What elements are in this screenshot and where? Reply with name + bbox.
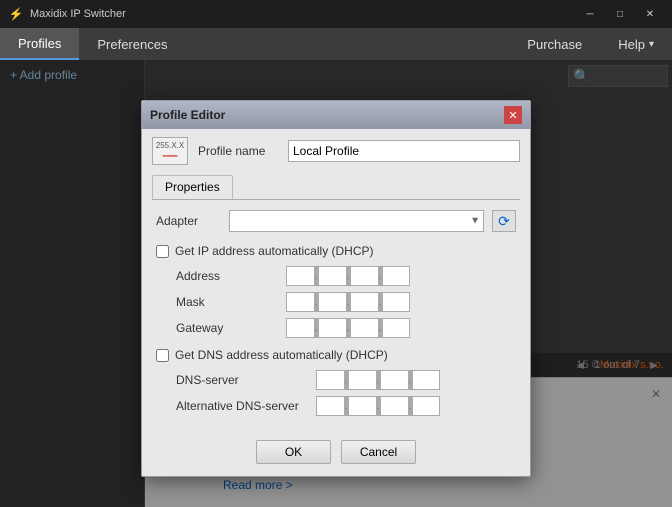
modal-title: Profile Editor xyxy=(150,108,504,122)
gateway-octet-3[interactable] xyxy=(350,318,378,338)
tab-purchase-label: Purchase xyxy=(527,37,582,52)
adapter-label: Adapter xyxy=(156,214,221,228)
gateway-octet-2[interactable] xyxy=(318,318,346,338)
tab-preferences-label: Preferences xyxy=(97,37,167,52)
modal-close-button[interactable]: ✕ xyxy=(504,106,522,124)
address-octet-4[interactable] xyxy=(382,266,410,286)
gateway-octet-1[interactable] xyxy=(286,318,314,338)
adapter-row: Adapter ▼ ⟳ xyxy=(156,210,516,232)
modal-header: Profile Editor ✕ xyxy=(142,101,530,129)
mask-row: Mask . . . xyxy=(176,292,516,312)
tab-purchase[interactable]: Purchase xyxy=(509,28,600,60)
form-section: Adapter ▼ ⟳ Ge xyxy=(152,210,520,416)
modal-footer: OK Cancel xyxy=(142,430,530,476)
profile-name-row: 255.X.X━━━━ Profile name xyxy=(152,137,520,165)
mask-octet-1[interactable] xyxy=(286,292,314,312)
address-row: Address . . . xyxy=(176,266,516,286)
minimize-button[interactable]: ─ xyxy=(576,4,604,24)
mask-label: Mask xyxy=(176,295,286,309)
gateway-input-group: . . . xyxy=(286,318,410,338)
address-octet-3[interactable] xyxy=(350,266,378,286)
address-octet-1[interactable] xyxy=(286,266,314,286)
tab-profiles[interactable]: Profiles xyxy=(0,28,79,60)
get-ip-auto-label: Get IP address automatically (DHCP) xyxy=(175,244,374,258)
dns-octet-4[interactable] xyxy=(412,370,440,390)
profile-name-label: Profile name xyxy=(198,144,278,158)
dns-octet-1[interactable] xyxy=(316,370,344,390)
close-button[interactable]: ✕ xyxy=(636,4,664,24)
mask-octet-3[interactable] xyxy=(350,292,378,312)
get-ip-auto-checkbox[interactable] xyxy=(156,245,169,258)
maximize-button[interactable]: □ xyxy=(606,4,634,24)
mask-octet-4[interactable] xyxy=(382,292,410,312)
alt-dns-input-group: . . . xyxy=(316,396,440,416)
ok-button[interactable]: OK xyxy=(256,440,331,464)
app-icon: ⚡ xyxy=(8,6,24,22)
tab-properties[interactable]: Properties xyxy=(152,175,233,199)
tab-help[interactable]: Help ▾ xyxy=(600,28,672,60)
profile-icon-text: 255.X.X━━━━ xyxy=(156,141,184,161)
modal-overlay: Profile Editor ✕ 255.X.X━━━━ Profile nam… xyxy=(0,60,672,507)
cancel-button[interactable]: Cancel xyxy=(341,440,416,464)
alt-dns-octet-2[interactable] xyxy=(348,396,376,416)
get-ip-auto-row: Get IP address automatically (DHCP) xyxy=(156,244,516,258)
profile-name-input[interactable] xyxy=(288,140,520,162)
refresh-button[interactable]: ⟳ xyxy=(492,210,516,232)
menu-bar: Profiles Preferences Purchase Help ▾ xyxy=(0,28,672,60)
get-dns-auto-label: Get DNS address automatically (DHCP) xyxy=(175,348,388,362)
address-label: Address xyxy=(176,269,286,283)
tab-help-label: Help xyxy=(618,37,645,52)
adapter-select[interactable] xyxy=(229,210,484,232)
get-dns-auto-checkbox[interactable] xyxy=(156,349,169,362)
profile-icon: 255.X.X━━━━ xyxy=(152,137,188,165)
alt-dns-octet-4[interactable] xyxy=(412,396,440,416)
alt-dns-octet-1[interactable] xyxy=(316,396,344,416)
dns-server-row: DNS-server . . . xyxy=(176,370,516,390)
dns-server-label: DNS-server xyxy=(176,373,316,387)
address-input-group: . . . xyxy=(286,266,410,286)
gateway-row: Gateway . . . xyxy=(176,318,516,338)
dns-section: Get DNS address automatically (DHCP) DNS… xyxy=(156,348,516,416)
modal-tabs: Properties xyxy=(152,175,520,200)
gateway-octet-4[interactable] xyxy=(382,318,410,338)
mask-input-group: . . . xyxy=(286,292,410,312)
help-arrow-icon: ▾ xyxy=(649,39,654,50)
get-dns-auto-row: Get DNS address automatically (DHCP) xyxy=(156,348,516,362)
adapter-select-wrap: ▼ xyxy=(229,210,484,232)
tab-preferences[interactable]: Preferences xyxy=(79,28,185,60)
mask-octet-2[interactable] xyxy=(318,292,346,312)
alt-dns-server-label: Alternative DNS-server xyxy=(176,399,316,413)
menu-spacer xyxy=(185,28,509,60)
profile-editor-modal: Profile Editor ✕ 255.X.X━━━━ Profile nam… xyxy=(141,100,531,477)
menu-right: Purchase Help ▾ xyxy=(509,28,672,60)
dns-octet-3[interactable] xyxy=(380,370,408,390)
gateway-label: Gateway xyxy=(176,321,286,335)
dns-octet-2[interactable] xyxy=(348,370,376,390)
window-controls: ─ □ ✕ xyxy=(576,4,664,24)
modal-body: 255.X.X━━━━ Profile name Properties Adap… xyxy=(142,129,530,430)
dns-server-input-group: . . . xyxy=(316,370,440,390)
title-bar: ⚡ Maxidix IP Switcher ─ □ ✕ xyxy=(0,0,672,28)
alt-dns-octet-3[interactable] xyxy=(380,396,408,416)
ip-fields: Address . . . xyxy=(176,266,516,338)
address-octet-2[interactable] xyxy=(318,266,346,286)
main-content: + Add profile 🔍 15 © Maxidix s.r.o. ✕ 📶 xyxy=(0,60,672,507)
alt-dns-server-row: Alternative DNS-server . . . xyxy=(176,396,516,416)
tab-profiles-label: Profiles xyxy=(18,36,61,51)
refresh-icon: ⟳ xyxy=(498,213,510,230)
app-title: Maxidix IP Switcher xyxy=(30,8,576,20)
